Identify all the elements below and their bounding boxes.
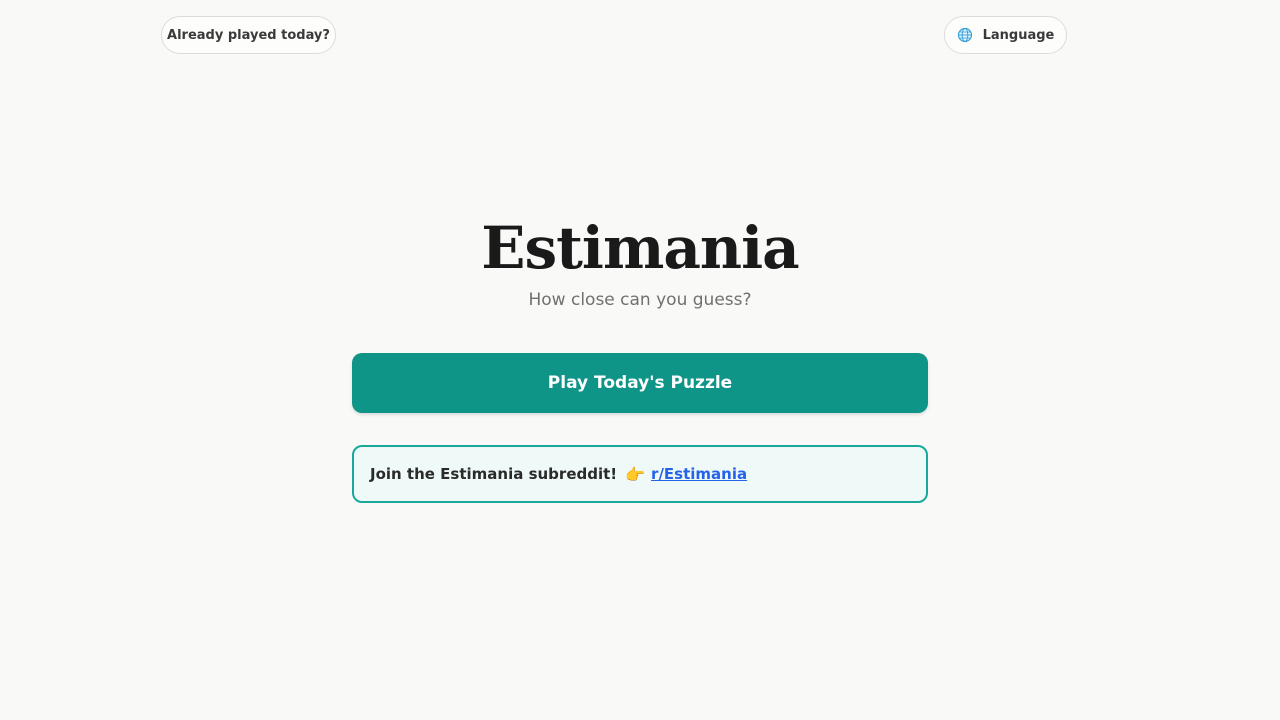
language-label: Language [982,27,1055,43]
hero: Estimania How close can you guess? [0,208,1280,312]
subreddit-banner: Join the Estimania subreddit! 👉 r/Estima… [352,445,928,503]
play-todays-puzzle-button[interactable]: Play Today's Puzzle [352,353,928,413]
globe-icon [957,27,973,43]
pointing-hand-icon: 👉 [625,464,646,484]
subreddit-link[interactable]: r/Estimania [651,465,747,483]
page-title: Estimania [481,214,799,282]
language-button[interactable]: Language [944,16,1067,54]
already-played-button[interactable]: Already played today? [161,16,336,54]
subreddit-banner-text: Join the Estimania subreddit! [370,465,618,483]
page-subtitle: How close can you guess? [528,290,752,310]
